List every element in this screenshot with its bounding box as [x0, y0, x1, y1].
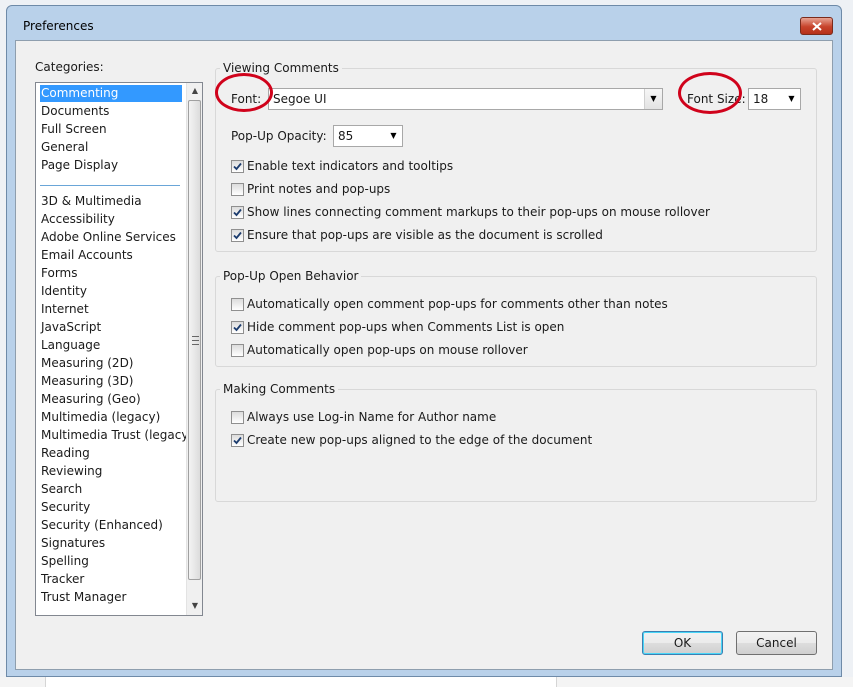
category-item[interactable]: Signatures — [40, 535, 105, 552]
checkbox-label: Always use Log-in Name for Author name — [247, 410, 497, 424]
category-item[interactable]: Full Screen — [40, 121, 107, 138]
checkbox-label: Show lines connecting comment markups to… — [247, 205, 710, 219]
category-item[interactable]: Documents — [40, 103, 109, 120]
checkbox-unchecked[interactable] — [231, 344, 244, 357]
popup-behavior-title: Pop-Up Open Behavior — [220, 269, 362, 283]
checkbox-label: Ensure that pop-ups are visible as the d… — [247, 228, 603, 242]
checkbox-label: Print notes and pop-ups — [247, 182, 391, 196]
checkbox-checked[interactable] — [231, 160, 244, 173]
checkbox-label: Automatically open comment pop-ups for c… — [247, 297, 668, 311]
font-label: Font: — [231, 92, 262, 106]
checkbox-label: Hide comment pop-ups when Comments List … — [247, 320, 565, 334]
check-icon — [233, 208, 242, 217]
preferences-dialog: Preferences Categories: Trust Manager Tra… — [6, 5, 842, 677]
category-item[interactable]: Security (Enhanced) — [40, 517, 163, 534]
opacity-value: 85 — [338, 129, 354, 143]
categories-scrollbar[interactable]: ▲ ▼ — [186, 83, 202, 615]
category-item[interactable]: Reviewing — [40, 463, 102, 480]
font-size-select[interactable]: 18 ▼ — [748, 88, 801, 110]
grip-icon — [192, 336, 199, 345]
category-item[interactable]: Forms — [40, 265, 77, 282]
category-item[interactable]: Commenting — [40, 85, 182, 102]
checkbox-unchecked[interactable] — [231, 183, 244, 196]
checkbox-checked[interactable] — [231, 434, 244, 447]
category-item[interactable]: Search — [40, 481, 82, 498]
category-item[interactable]: Trust Manager — [40, 589, 126, 606]
scroll-up-icon[interactable]: ▲ — [187, 83, 202, 99]
category-item[interactable]: Security — [40, 499, 90, 516]
categories-list[interactable]: Trust Manager Tracker Spelling Signatures Se… — [35, 82, 203, 616]
check-icon — [233, 162, 242, 171]
category-separator — [40, 185, 180, 186]
check-icon — [233, 436, 242, 445]
dialog-body: Categories: Trust Manager Tracker Spelling… — [15, 40, 833, 670]
categories-label: Categories: — [35, 60, 104, 74]
checkbox-unchecked[interactable] — [231, 411, 244, 424]
category-item[interactable]: Multimedia (legacy) — [40, 409, 160, 426]
viewing-comments-group: Viewing Comments Font: Segoe UI ▼ Font S… — [215, 61, 817, 252]
category-item[interactable]: 3D & Multimedia — [40, 193, 142, 210]
category-item[interactable]: Measuring (3D) — [40, 373, 134, 390]
category-item[interactable]: Page Display — [40, 157, 118, 174]
chevron-down-icon: ▼ — [788, 94, 795, 103]
check-icon — [233, 323, 242, 332]
opacity-select[interactable]: 85 ▼ — [333, 125, 403, 147]
making-comments-title: Making Comments — [220, 382, 339, 396]
category-item[interactable]: Adobe Online Services — [40, 229, 176, 246]
font-size-label: Font Size: — [687, 92, 746, 106]
close-button[interactable] — [800, 17, 833, 35]
scroll-down-icon[interactable]: ▼ — [187, 598, 202, 614]
checkbox-label: Create new pop-ups aligned to the edge o… — [247, 433, 593, 447]
category-item[interactable]: Internet — [40, 301, 89, 318]
category-item[interactable]: Language — [40, 337, 100, 354]
category-item[interactable]: Accessibility — [40, 211, 115, 228]
font-value: Segoe UI — [273, 92, 327, 106]
background-strip — [0, 677, 853, 687]
category-item[interactable]: Multimedia Trust (legacy) — [40, 427, 193, 444]
checkbox-label: Enable text indicators and tooltips — [247, 159, 454, 173]
chevron-down-icon: ▼ — [390, 131, 397, 140]
ok-button[interactable]: OK — [642, 631, 723, 655]
background-panel — [45, 677, 557, 687]
opacity-label: Pop-Up Opacity: — [231, 129, 327, 143]
checkbox-checked[interactable] — [231, 229, 244, 242]
cancel-button[interactable]: Cancel — [736, 631, 817, 655]
category-item[interactable]: Reading — [40, 445, 90, 462]
category-item[interactable]: General — [40, 139, 88, 156]
checkbox-unchecked[interactable] — [231, 298, 244, 311]
window-title: Preferences — [23, 19, 94, 33]
category-item[interactable]: JavaScript — [40, 319, 101, 336]
font-size-value: 18 — [753, 92, 769, 106]
category-item[interactable]: Email Accounts — [40, 247, 133, 264]
category-item[interactable]: Measuring (Geo) — [40, 391, 141, 408]
title-bar: Preferences — [7, 6, 841, 40]
category-item[interactable]: Spelling — [40, 553, 89, 570]
font-select[interactable]: Segoe UI ▼ — [268, 88, 663, 110]
category-item[interactable]: Measuring (2D) — [40, 355, 134, 372]
category-item[interactable]: Tracker — [40, 571, 84, 588]
check-icon — [233, 231, 242, 240]
making-comments-group: Making Comments Always use Log-in Name f… — [215, 382, 817, 502]
scroll-thumb[interactable] — [188, 100, 201, 580]
close-icon — [812, 22, 822, 31]
viewing-comments-title: Viewing Comments — [220, 61, 342, 75]
checkbox-checked[interactable] — [231, 206, 244, 219]
popup-behavior-group: Pop-Up Open Behavior Automatically open … — [215, 269, 817, 367]
category-item[interactable]: Identity — [40, 283, 87, 300]
chevron-down-icon: ▼ — [644, 89, 662, 109]
checkbox-label: Automatically open pop-ups on mouse roll… — [247, 343, 528, 357]
checkbox-checked[interactable] — [231, 321, 244, 334]
